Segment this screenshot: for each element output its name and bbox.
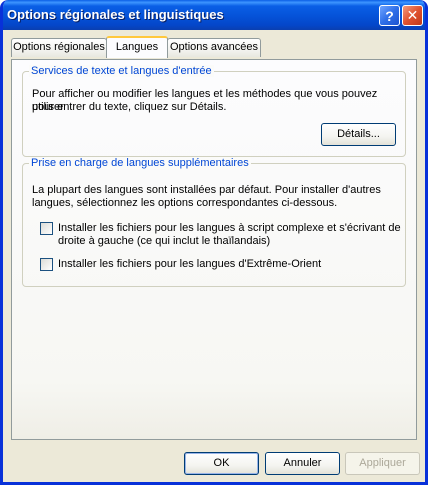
help-button[interactable]: ? [379,5,400,26]
details-button[interactable]: Détails... [321,123,396,146]
text-services-description-line2: pour entrer du texte, cliquez sur Détail… [32,101,227,113]
tab-advanced-options[interactable]: Options avancées [167,38,261,57]
tab-panel-languages: Services de texte et langues d'entrée Po… [11,59,417,440]
dialog-window: Options régionales et linguistiques ? ✕ … [0,0,428,485]
title-bar[interactable]: Options régionales et linguistiques ? ✕ [3,0,425,30]
supplemental-description-line2: langues, sélectionnez les options corres… [32,197,338,209]
complex-script-checkbox[interactable] [40,222,53,235]
text-services-title: Services de texte et langues d'entrée [29,65,214,77]
complex-script-label-line2[interactable]: droite à gauche (ce qui inclut le thaïla… [58,235,270,248]
tab-label: Options avancées [169,41,259,53]
close-button[interactable]: ✕ [402,5,423,26]
supplemental-languages-title: Prise en charge de langues supplémentair… [29,157,251,169]
tab-regional-options[interactable]: Options régionales [11,38,107,57]
supplemental-languages-group: Prise en charge de langues supplémentair… [22,157,406,287]
tab-label: Options régionales [13,41,105,53]
east-asian-label[interactable]: Installer les fichiers pour les langues … [58,258,321,271]
ok-button[interactable]: OK [184,452,259,475]
apply-button[interactable]: Appliquer [345,452,420,475]
help-icon: ? [385,7,394,24]
east-asian-checkbox[interactable] [40,258,53,271]
supplemental-description-line1: La plupart des langues sont installées p… [32,184,381,196]
tab-label: Langues [115,41,159,53]
tab-languages[interactable]: Langues [106,36,168,58]
close-icon: ✕ [406,7,419,23]
complex-script-label-line1[interactable]: Installer les fichiers pour les langues … [58,222,401,235]
cancel-button[interactable]: Annuler [265,452,340,475]
text-services-group: Services de texte et langues d'entrée Po… [22,65,406,157]
window-title: Options régionales et linguistiques [7,7,224,22]
